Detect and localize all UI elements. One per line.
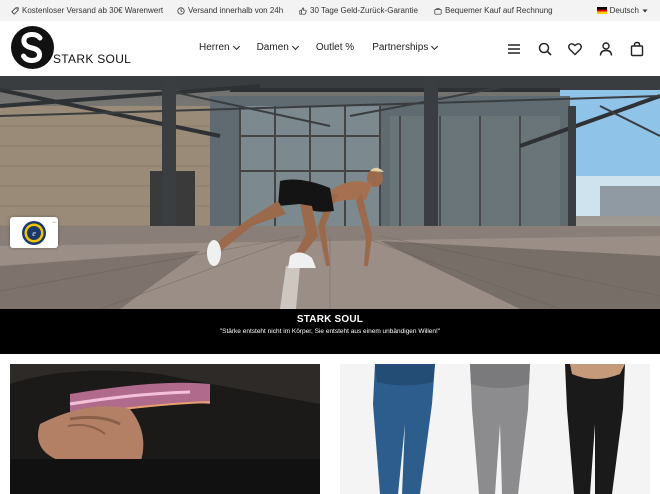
hero-banner[interactable] — [0, 76, 660, 309]
logo[interactable]: STARK SOUL — [11, 26, 131, 69]
logo-s-icon — [21, 31, 43, 64]
clock-icon — [177, 6, 185, 15]
briefcase-icon — [434, 7, 442, 15]
search-icon[interactable] — [537, 41, 553, 57]
top-info-bar: Kostenloser Versand ab 30€ Warenwert Ver… — [0, 0, 660, 21]
hero-title: STARK SOUL — [296, 314, 364, 325]
truck-icon — [11, 6, 19, 15]
main-nav: Herren Damen Outlet % Partnerships — [199, 42, 455, 53]
info-invoice-label: Bequemer Kauf auf Rechnung — [445, 6, 553, 15]
info-item-guarantee: 30 Tage Geld-Zurück-Garantie — [299, 6, 418, 15]
category-tile-damen[interactable] — [340, 364, 650, 494]
chevron-down-icon — [431, 42, 439, 50]
nav-item-partnerships[interactable]: Partnerships — [372, 42, 439, 53]
language-label: Deutsch — [609, 6, 639, 15]
caret-down-icon — [642, 9, 648, 12]
german-flag-icon — [596, 7, 607, 14]
hero-image — [0, 76, 660, 309]
chevron-down-icon — [232, 42, 240, 50]
hero-caption: STARK SOUL "Stärke entsteht nicht im Kör… — [0, 309, 660, 354]
underwear-photo — [10, 364, 320, 494]
info-dispatch-label: Versand innerhalb von 24h — [188, 6, 284, 15]
cart-icon[interactable] — [629, 41, 645, 57]
info-item-shipping: Kostenloser Versand ab 30€ Warenwert — [11, 6, 163, 15]
thumbs-up-icon — [299, 6, 307, 15]
menu-icon[interactable] — [506, 41, 522, 57]
category-tile-herren[interactable] — [10, 364, 320, 494]
leggings-photo — [340, 364, 650, 494]
nav-item-label: Damen — [256, 42, 289, 53]
info-item-invoice: Bequemer Kauf auf Rechnung — [434, 6, 553, 15]
logo-mark — [11, 26, 54, 69]
info-item-dispatch: Versand innerhalb von 24h — [177, 6, 283, 15]
account-icon[interactable] — [598, 41, 614, 57]
hero-subtitle: "Stärke entsteht nicht im Körper, Sie en… — [219, 328, 441, 335]
chevron-down-icon — [291, 42, 299, 50]
logo-text: STARK SOUL — [53, 52, 132, 66]
nav-item-outlet[interactable]: Outlet % — [316, 42, 354, 53]
info-shipping-label: Kostenloser Versand ab 30€ Warenwert — [22, 6, 164, 15]
svg-text:e: e — [32, 229, 36, 238]
nav-item-label: Outlet % — [315, 42, 355, 53]
heart-icon[interactable] — [567, 41, 583, 57]
nav-item-damen[interactable]: Damen — [256, 42, 299, 53]
trusted-shops-badge[interactable]: e ••• — [10, 217, 58, 248]
language-selector[interactable]: Deutsch — [596, 6, 648, 15]
nav-item-label: Herren — [199, 42, 230, 53]
nav-item-herren[interactable]: Herren — [199, 42, 240, 53]
site-header: STARK SOUL Herren Damen Outlet % Partner… — [0, 21, 660, 76]
trusted-shops-seal-icon: e ••• — [22, 220, 56, 245]
nav-item-label: Partnerships — [372, 42, 429, 53]
info-guarantee-label: 30 Tage Geld-Zurück-Garantie — [310, 6, 418, 15]
svg-text:•••: ••• — [52, 220, 55, 224]
